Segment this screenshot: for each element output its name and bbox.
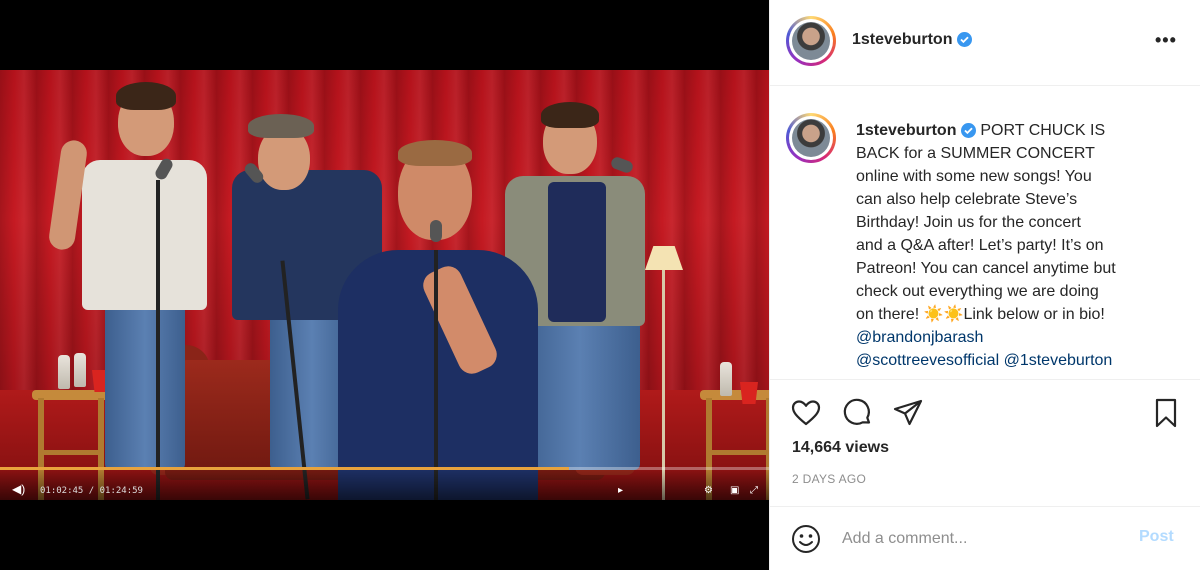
video-controls: ◀) 01:02:45 / 01:24:59 ▸ ⚙ ▣ ⤢ (0, 470, 769, 500)
mic-stand (434, 250, 438, 500)
bookmark-icon[interactable] (1150, 397, 1182, 429)
post-actions: 14,664 views 2 DAYS AGO (770, 381, 1200, 501)
caption-line: and a Q&A after! Let’s party! It’s on (856, 237, 1104, 254)
profile-photo (792, 22, 830, 60)
comment-bar: Post (770, 506, 1200, 570)
comment-bubble-icon[interactable] (842, 397, 874, 429)
mic-stand (156, 180, 160, 500)
header-username-row: 1steveburton (852, 31, 972, 49)
caption-line: can also help celebrate Steve’s (856, 191, 1078, 208)
floor-lamp (662, 260, 665, 500)
paper-plane-icon[interactable] (892, 397, 924, 429)
settings-icon[interactable]: ⚙ (704, 485, 713, 496)
water-bottle (74, 353, 86, 387)
caption-line: on there! ☀️☀️Link below or in bio! (856, 306, 1105, 323)
water-bottle (720, 362, 732, 396)
smiley-icon[interactable] (790, 523, 822, 555)
water-bottle (58, 355, 70, 389)
caption-line: check out everything we are doing (856, 283, 1099, 300)
verified-badge-icon (956, 32, 972, 48)
caption-avatar[interactable] (786, 113, 836, 163)
comment-input[interactable] (842, 525, 1132, 553)
post-header: 1steveburton ••• (770, 0, 1200, 86)
caption-line: PORT CHUCK IS (980, 122, 1106, 139)
pip-icon[interactable]: ▣ (730, 485, 739, 496)
caption-username[interactable]: 1steveburton (856, 122, 956, 139)
caption-line: Patreon! You can cancel anytime but (856, 260, 1116, 277)
mention-link[interactable]: @1steveburton (1004, 352, 1113, 369)
video-timestamp: 01:02:45 / 01:24:59 (40, 486, 143, 496)
video-player[interactable]: ◀) 01:02:45 / 01:24:59 ▸ ⚙ ▣ ⤢ (0, 70, 769, 500)
caption-line: BACK for a SUMMER CONCERT (856, 145, 1095, 162)
post-caption: 1steveburton PORT CHUCK IS BACK for a SU… (856, 119, 1176, 372)
username-link[interactable]: 1steveburton (852, 31, 952, 48)
caption-line: online with some new songs! You (856, 168, 1092, 185)
cursor-icon: ▸ (618, 485, 624, 496)
mention-link[interactable]: @scottreevesofficial (856, 352, 999, 369)
fullscreen-icon[interactable]: ⤢ (750, 485, 758, 496)
caption-area: 1steveburton PORT CHUCK IS BACK for a SU… (770, 87, 1200, 380)
verified-badge-icon (960, 123, 976, 139)
avatar[interactable] (786, 16, 836, 66)
red-cup (740, 382, 758, 404)
post-panel: 1steveburton ••• 1steveburton PORT CHUCK… (769, 0, 1200, 570)
post-timestamp: 2 DAYS AGO (792, 472, 867, 486)
post-comment-button[interactable]: Post (1139, 528, 1174, 546)
microphone (430, 220, 442, 242)
caption-line: Birthday! Join us for the concert (856, 214, 1081, 231)
volume-icon[interactable]: ◀) (12, 482, 25, 496)
more-options-icon[interactable]: ••• (1155, 30, 1177, 51)
mention-link[interactable]: @brandonjbarash (856, 329, 983, 346)
post-media[interactable]: ◀) 01:02:45 / 01:24:59 ▸ ⚙ ▣ ⤢ (0, 0, 769, 570)
view-count[interactable]: 14,664 views (792, 439, 889, 457)
heart-icon[interactable] (790, 397, 822, 429)
profile-photo (792, 119, 830, 157)
